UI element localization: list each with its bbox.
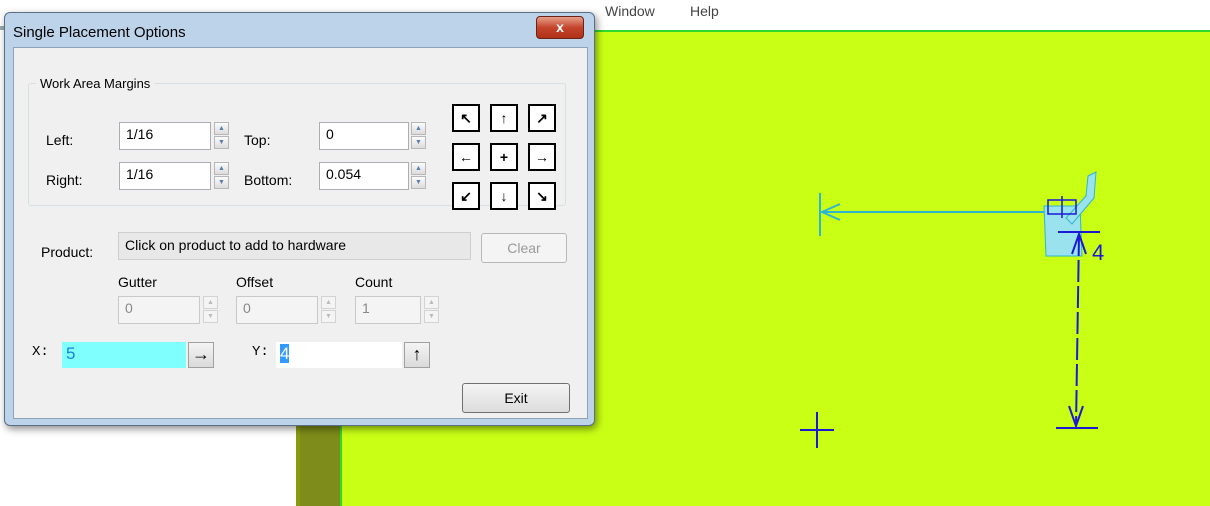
single-placement-dialog: Single Placement Options x Work Area Mar… [4,12,595,426]
count-input[interactable]: 1 [355,296,421,324]
close-button[interactable]: x [536,16,584,39]
left-margin-spinner[interactable]: ▲ ▼ [214,122,229,150]
nudge-up-button[interactable]: ↑ [490,104,518,132]
dialog-client-area: Work Area Margins Left: 1/16 ▲ ▼ Right: 1… [13,47,588,419]
nudge-left-button[interactable]: ← [452,143,480,171]
top-margin-input[interactable]: 0 [319,122,409,150]
offset-spinner[interactable]: ▲ ▼ [321,296,336,324]
x-value: 5 [66,344,76,363]
product-field: Click on product to add to hardware [118,232,471,260]
top-margin-label: Top: [244,132,271,148]
y-value: 4 [280,344,290,363]
count-label: Count [355,274,393,290]
bottom-margin-spinner[interactable]: ▲ ▼ [411,162,426,190]
y-label: Y: [252,344,269,360]
bottom-margin-input[interactable]: 0.054 [319,162,409,190]
offset-label: Offset [236,274,274,290]
gutter-input[interactable]: 0 [118,296,200,324]
y-input[interactable]: 4 [276,342,402,368]
x-direction-button[interactable]: → [188,342,214,368]
hardware-handle-shape [1065,171,1097,225]
dialog-title: Single Placement Options [13,24,186,41]
offset-input[interactable]: 0 [236,296,318,324]
top-margin-spinner[interactable]: ▲ ▼ [411,122,426,150]
count-spinner[interactable]: ▲ ▼ [424,296,439,324]
nudge-up-left-button[interactable]: ↖ [452,104,480,132]
y-direction-button[interactable]: ↑ [404,342,430,368]
gutter-label: Gutter [118,274,157,290]
right-margin-input[interactable]: 1/16 [119,162,211,190]
nudge-down-button[interactable]: ↓ [490,182,518,210]
left-margin-label: Left: [46,132,74,148]
product-label: Product: [41,244,94,260]
nudge-down-right-button[interactable]: ↘ [528,182,556,210]
dimension-line-vertical [1075,233,1080,427]
exit-button[interactable]: Exit [462,383,570,413]
left-margin-input[interactable]: 1/16 [119,122,211,150]
gutter-spinner[interactable]: ▲ ▼ [203,296,218,324]
nudge-right-button[interactable]: → [528,143,556,171]
x-input[interactable]: 5 [62,342,186,368]
work-area-margins-group [28,83,566,206]
x-label: X: [32,344,49,360]
nudge-down-left-button[interactable]: ↙ [452,182,480,210]
right-margin-spinner[interactable]: ▲ ▼ [214,162,229,190]
dialog-titlebar[interactable]: Single Placement Options x [5,13,594,47]
clear-button[interactable]: Clear [481,233,567,263]
work-area-margins-legend: Work Area Margins [36,76,155,91]
right-margin-label: Right: [46,172,83,188]
dimension-label: 4 [1092,240,1104,265]
bottom-margin-label: Bottom: [244,172,293,188]
nudge-up-right-button[interactable]: ↗ [528,104,556,132]
center-button[interactable]: + [490,143,518,171]
